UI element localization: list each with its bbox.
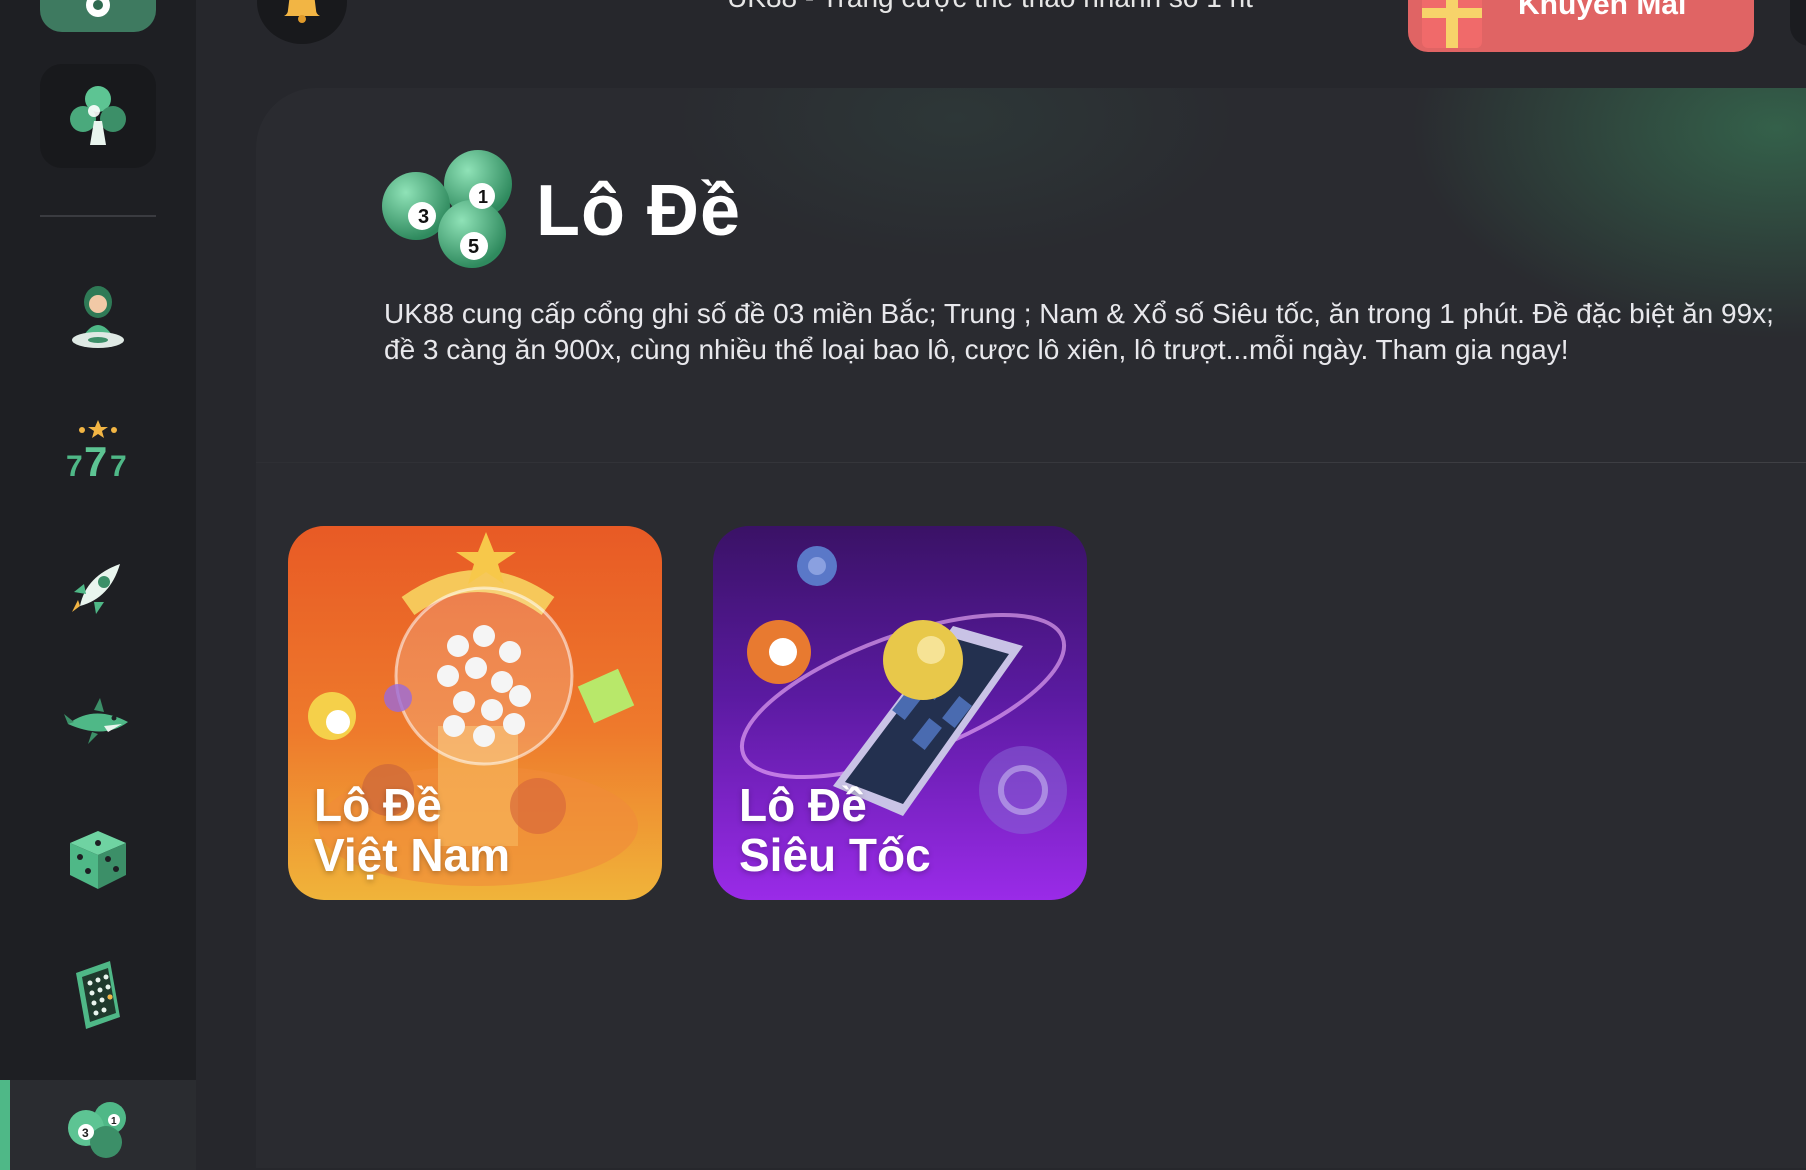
svg-text:7: 7 (110, 450, 127, 482)
sidebar: 7 7 7 3 1 (0, 0, 196, 1170)
rocket-icon (72, 564, 120, 614)
svg-text:7: 7 (84, 438, 107, 482)
hero-divider (256, 462, 1806, 463)
sidebar-item-lottery[interactable]: 3 1 (0, 1080, 196, 1170)
gift-icon (1422, 0, 1482, 48)
sidebar-item-keno[interactable] (58, 955, 138, 1035)
bell-icon (284, 0, 320, 23)
dice-icon (70, 831, 126, 889)
sidebar-item-slots[interactable]: 7 7 7 (58, 410, 138, 490)
game-card-lo-de-viet-nam[interactable]: Lô Đề Việt Nam (288, 526, 662, 900)
dealer-icon (72, 286, 124, 348)
site-title: UK88 - Trang cược thể thao nhanh số 1 nt (620, 0, 1360, 14)
keno-board-icon (76, 961, 120, 1029)
game-card-label: Lô Đề Việt Nam (314, 780, 510, 880)
svg-text:3: 3 (82, 1126, 89, 1140)
game-card-label: Lô Đề Siêu Tốc (739, 780, 931, 880)
soccer-icon (86, 0, 110, 17)
game-card-label-line1: Lô Đề (314, 779, 442, 831)
sidebar-item-dice[interactable] (58, 820, 138, 900)
lottery-balls-logo: 3 1 5 (382, 150, 512, 268)
lottery-balls-icon: 3 1 (68, 1102, 126, 1158)
game-card-label-line1: Lô Đề (739, 779, 867, 831)
game-card-lo-de-sieu-toc[interactable]: Lô Đề Siêu Tốc (713, 526, 1087, 900)
sidebar-item-club[interactable] (40, 64, 156, 168)
promo-label: Khuyến Mãi (1518, 0, 1687, 21)
shark-icon (64, 698, 128, 744)
promo-button[interactable]: Khuyến Mãi (1408, 0, 1754, 52)
page-description: UK88 cung cấp cổng ghi số đề 03 miền Bắc… (384, 298, 1774, 365)
sidebar-item-live-casino[interactable] (58, 278, 138, 358)
game-card-label-line2: Việt Nam (314, 829, 511, 881)
sidebar-item-crash[interactable] (58, 548, 138, 628)
logo-ball-number: 3 (418, 206, 429, 228)
hero-background (256, 88, 1806, 458)
svg-text:1: 1 (111, 1116, 117, 1127)
sidebar-item-sports[interactable] (40, 0, 156, 32)
sidebar-item-fishing[interactable] (58, 684, 138, 764)
logo-ball-number: 1 (478, 187, 488, 207)
sidebar-divider (40, 215, 156, 217)
slot-777-icon: 7 7 7 (66, 420, 127, 482)
svg-text:7: 7 (66, 450, 83, 482)
club-suit-icon (70, 86, 126, 145)
page-title: Lô Đề (536, 171, 742, 251)
game-card-label-line2: Siêu Tốc (739, 829, 931, 881)
logo-ball-number: 5 (468, 236, 479, 258)
